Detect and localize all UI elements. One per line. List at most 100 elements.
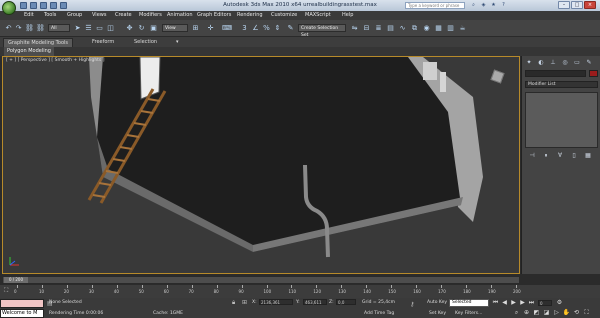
window-crossing-icon[interactable]: ◫ bbox=[106, 24, 115, 33]
polygon-modeling-panel[interactable]: Polygon Modeling bbox=[4, 47, 54, 56]
undo-icon[interactable]: ↶ bbox=[4, 24, 13, 33]
time-slider-thumb[interactable]: 0 / 200 bbox=[4, 277, 28, 283]
select-object-icon[interactable]: ➤ bbox=[73, 24, 82, 33]
z-coord-field[interactable]: 0,0 bbox=[336, 299, 356, 305]
pin-stack-icon[interactable]: ⊣ bbox=[528, 152, 536, 159]
key-mode-dropdown[interactable]: Selected bbox=[449, 299, 489, 307]
maximize-button[interactable]: □ bbox=[571, 1, 583, 9]
mirror-icon[interactable]: ⇋ bbox=[350, 24, 359, 33]
keyboard-shortcut-icon[interactable]: ⌨ bbox=[222, 24, 232, 33]
key-filters-button[interactable]: Key Filters... bbox=[455, 311, 482, 316]
mini-curve-editor-icon[interactable]: ⛶ bbox=[4, 287, 8, 295]
display-tab-icon[interactable]: ▭ bbox=[572, 58, 582, 67]
go-to-end-icon[interactable]: ⏭ bbox=[527, 299, 536, 307]
schematic-view-icon[interactable]: ⧉ bbox=[410, 24, 419, 33]
tab-freeform[interactable]: Freeform bbox=[88, 38, 118, 47]
infocenter-icon[interactable]: ◈ bbox=[480, 2, 487, 9]
zoom-all-icon[interactable]: ⊕ bbox=[522, 309, 531, 317]
play-icon[interactable]: ▶ bbox=[509, 299, 518, 307]
make-unique-icon[interactable]: ∀ bbox=[556, 152, 564, 159]
move-icon[interactable]: ✥ bbox=[125, 24, 134, 33]
menu-create[interactable]: Create bbox=[115, 12, 132, 18]
maxscript-listener-field[interactable] bbox=[0, 299, 44, 308]
menu-modifiers[interactable]: Modifiers bbox=[139, 12, 162, 18]
modifier-list-dropdown[interactable]: Modifier List bbox=[525, 81, 598, 88]
create-tab-icon[interactable]: ✦ bbox=[524, 58, 534, 67]
perspective-viewport[interactable]: [ + ] [ Perspective ] [ Smooth + Highlig… bbox=[2, 56, 520, 274]
set-key-button[interactable]: Set Key bbox=[429, 311, 446, 316]
maxscript-output-field[interactable]: Welcome to M bbox=[0, 309, 44, 318]
tab-graphite-modeling-tools[interactable]: Graphite Modeling Tools bbox=[3, 38, 74, 47]
absolute-mode-icon[interactable]: ⊞ bbox=[242, 299, 247, 306]
material-editor-icon[interactable]: ◉ bbox=[422, 24, 431, 33]
menu-animation[interactable]: Animation bbox=[167, 12, 193, 18]
track-bar[interactable]: ⛶ 0 10 20 30 40 50 60 70 80 90 100 110 120 130 140 150 1… bbox=[0, 285, 600, 298]
edit-named-selection-icon[interactable]: ✎ bbox=[286, 24, 295, 33]
snap-toggle-icon[interactable]: 3 bbox=[240, 24, 249, 33]
lock-selection-icon[interactable]: 🔒︎ bbox=[232, 299, 235, 307]
app-logo-icon[interactable] bbox=[2, 1, 16, 15]
angle-snap-icon[interactable]: ∠ bbox=[251, 24, 260, 33]
field-of-view-icon[interactable]: ▷ bbox=[552, 309, 561, 317]
close-button[interactable]: × bbox=[584, 1, 596, 9]
selection-filter-dropdown[interactable]: All bbox=[48, 24, 70, 32]
menu-tools[interactable]: Tools bbox=[44, 12, 56, 18]
minimize-button[interactable]: – bbox=[558, 1, 570, 9]
menu-graph-editors[interactable]: Graph Editors bbox=[197, 12, 231, 18]
layer-manager-icon[interactable]: ≣ bbox=[374, 24, 383, 33]
menu-help[interactable]: Help bbox=[342, 12, 353, 18]
scale-icon[interactable]: ▣ bbox=[149, 24, 158, 33]
zoom-extents-icon[interactable]: ◩ bbox=[532, 309, 541, 317]
tab-selection[interactable]: Selection bbox=[130, 38, 161, 47]
percent-snap-icon[interactable]: % bbox=[262, 24, 271, 33]
pan-icon[interactable]: ✋ bbox=[562, 309, 571, 317]
help-icon[interactable]: ? bbox=[500, 2, 507, 9]
search-input[interactable]: Type a keyword or phrase bbox=[405, 2, 465, 9]
redo-icon[interactable]: ↷ bbox=[14, 24, 23, 33]
menu-group[interactable]: Group bbox=[67, 12, 82, 18]
search-icon[interactable]: ⌕ bbox=[470, 2, 477, 9]
y-coord-field[interactable]: 463,611 bbox=[303, 299, 327, 305]
modifier-stack[interactable] bbox=[525, 92, 598, 148]
auto-key-button[interactable]: Auto Key bbox=[427, 300, 447, 305]
curve-editor-icon[interactable]: ∿ bbox=[398, 24, 407, 33]
current-frame-field[interactable]: 0 bbox=[538, 300, 552, 306]
previous-frame-icon[interactable]: ◀ bbox=[500, 299, 509, 307]
show-end-result-icon[interactable]: ⏸ bbox=[542, 152, 550, 159]
maximize-viewport-icon[interactable]: ⛶ bbox=[582, 309, 591, 317]
menu-edit[interactable]: Edit bbox=[24, 12, 34, 18]
time-config-icon[interactable]: ⚙ bbox=[555, 299, 564, 307]
remove-modifier-icon[interactable]: ▯ bbox=[570, 152, 578, 159]
utilities-tab-icon[interactable]: ✎ bbox=[584, 58, 594, 67]
rendered-frame-icon[interactable]: ▥ bbox=[446, 24, 455, 33]
orbit-icon[interactable]: ⟲ bbox=[572, 309, 581, 317]
named-selection-dropdown[interactable]: Create Selection Set bbox=[298, 24, 346, 38]
next-frame-icon[interactable]: ▶ bbox=[518, 299, 527, 307]
object-color-swatch[interactable] bbox=[589, 70, 598, 77]
rotate-icon[interactable]: ↻ bbox=[137, 24, 146, 33]
reference-coord-dropdown[interactable]: View bbox=[162, 24, 188, 32]
time-slider[interactable]: 0 / 200 bbox=[2, 276, 520, 284]
menu-maxscript[interactable]: MAXScript bbox=[305, 12, 331, 18]
spinner-snap-icon[interactable]: ⇕ bbox=[273, 24, 282, 33]
viewport-label[interactable]: [ + ] [ Perspective ] [ Smooth + Highlig… bbox=[6, 58, 104, 63]
star-icon[interactable]: ★ bbox=[490, 2, 497, 9]
link-icon[interactable]: ⛓ bbox=[25, 24, 34, 33]
select-by-name-icon[interactable]: ☰ bbox=[84, 24, 93, 33]
pivot-center-icon[interactable]: ⊞ bbox=[191, 24, 200, 33]
graphite-toggle-icon[interactable]: ▤ bbox=[386, 24, 395, 33]
menu-customize[interactable]: Customize bbox=[271, 12, 297, 18]
select-manipulate-icon[interactable]: ✛ bbox=[206, 24, 215, 33]
menu-rendering[interactable]: Rendering bbox=[237, 12, 263, 18]
zoom-icon[interactable]: ⌕ bbox=[512, 309, 521, 317]
configure-sets-icon[interactable]: ▦ bbox=[584, 152, 592, 159]
modify-tab-icon[interactable]: ◐ bbox=[536, 58, 546, 67]
object-name-field[interactable] bbox=[525, 70, 586, 77]
x-coord-field[interactable]: 2136,361 bbox=[259, 299, 293, 305]
align-icon[interactable]: ⊟ bbox=[362, 24, 371, 33]
add-time-tag[interactable]: Add Time Tag bbox=[364, 311, 394, 316]
menu-views[interactable]: Views bbox=[92, 12, 106, 18]
ribbon-options-icon[interactable]: ▾ bbox=[172, 38, 183, 47]
render-setup-icon[interactable]: ▦ bbox=[434, 24, 443, 33]
unlink-icon[interactable]: ⛓ bbox=[36, 24, 45, 33]
